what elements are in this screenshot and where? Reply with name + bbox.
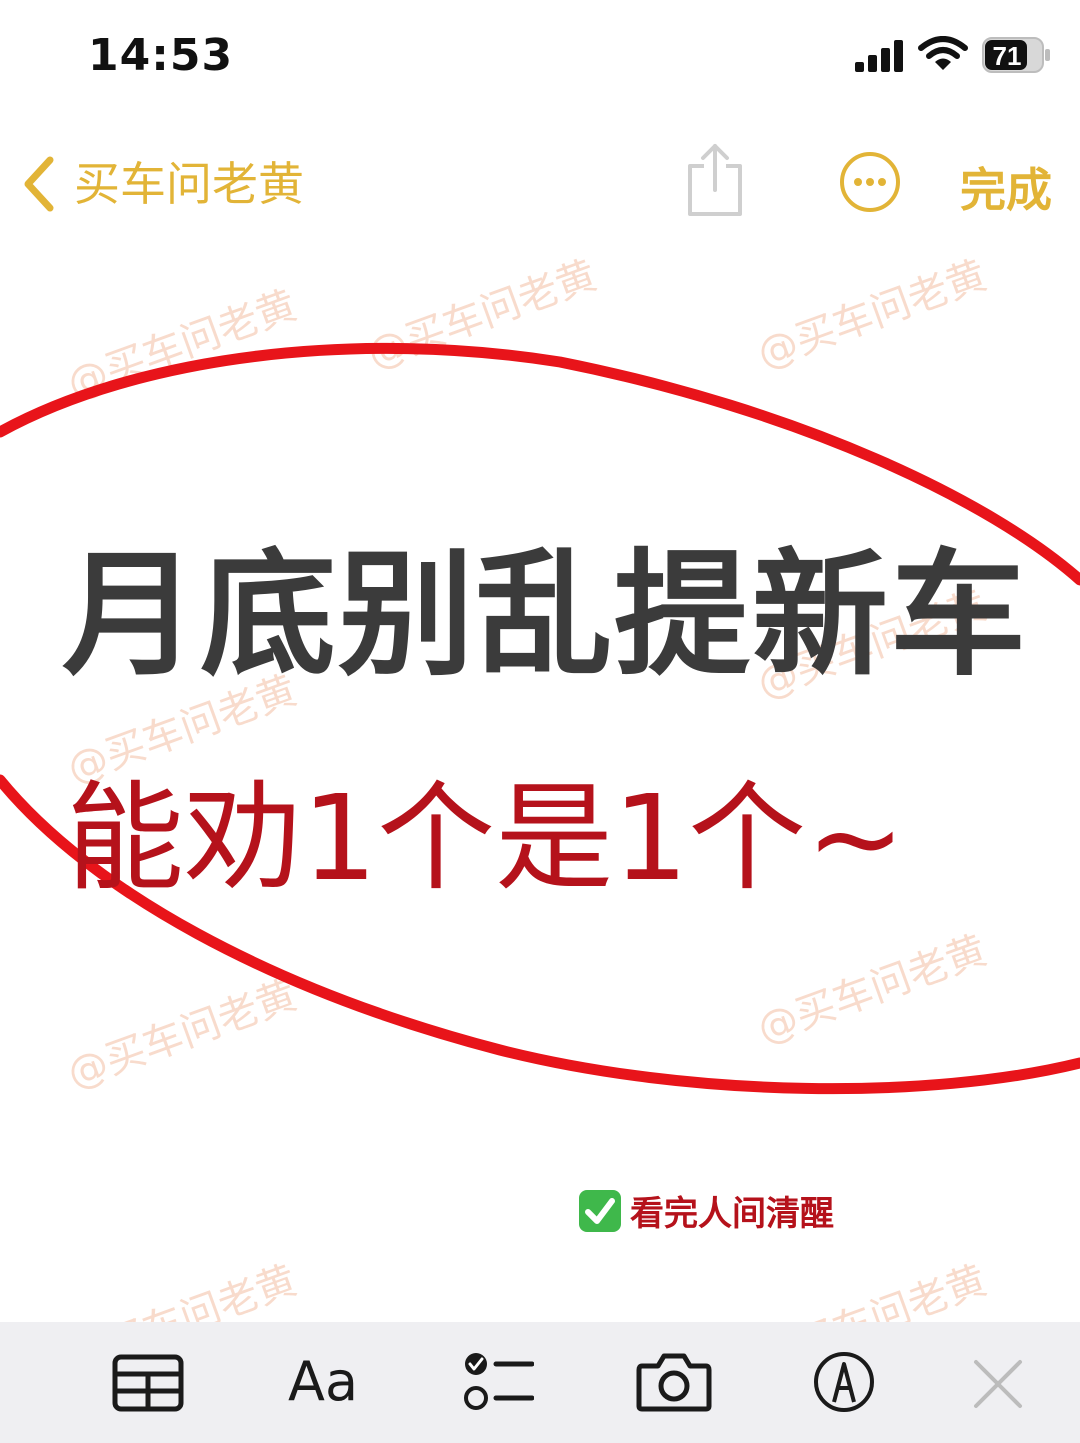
tag-text: 看完人间清醒 bbox=[630, 1194, 834, 1234]
subline-text: 能劝1个是1个~ bbox=[66, 769, 906, 907]
headline-text: 月底别乱提新车 bbox=[62, 537, 1028, 695]
table-icon[interactable] bbox=[112, 1354, 184, 1412]
red-ellipse-highlight bbox=[0, 342, 1080, 1095]
notes-page: 14:53 71 买车问老黄 完成 @买车问老黄 @买车问老黄 @买车问老黄 @… bbox=[0, 0, 1080, 1443]
checklist-icon[interactable] bbox=[462, 1350, 534, 1414]
bottom-toolbar: Aa bbox=[0, 1322, 1080, 1443]
text-format-button[interactable]: Aa bbox=[288, 1350, 358, 1414]
close-icon[interactable] bbox=[972, 1358, 1024, 1410]
green-checkmark-icon bbox=[579, 1189, 621, 1232]
camera-icon[interactable] bbox=[636, 1352, 712, 1412]
checkmark-tag: 看完人间清醒 bbox=[578, 1186, 834, 1235]
markup-pen-icon[interactable] bbox=[812, 1350, 876, 1414]
